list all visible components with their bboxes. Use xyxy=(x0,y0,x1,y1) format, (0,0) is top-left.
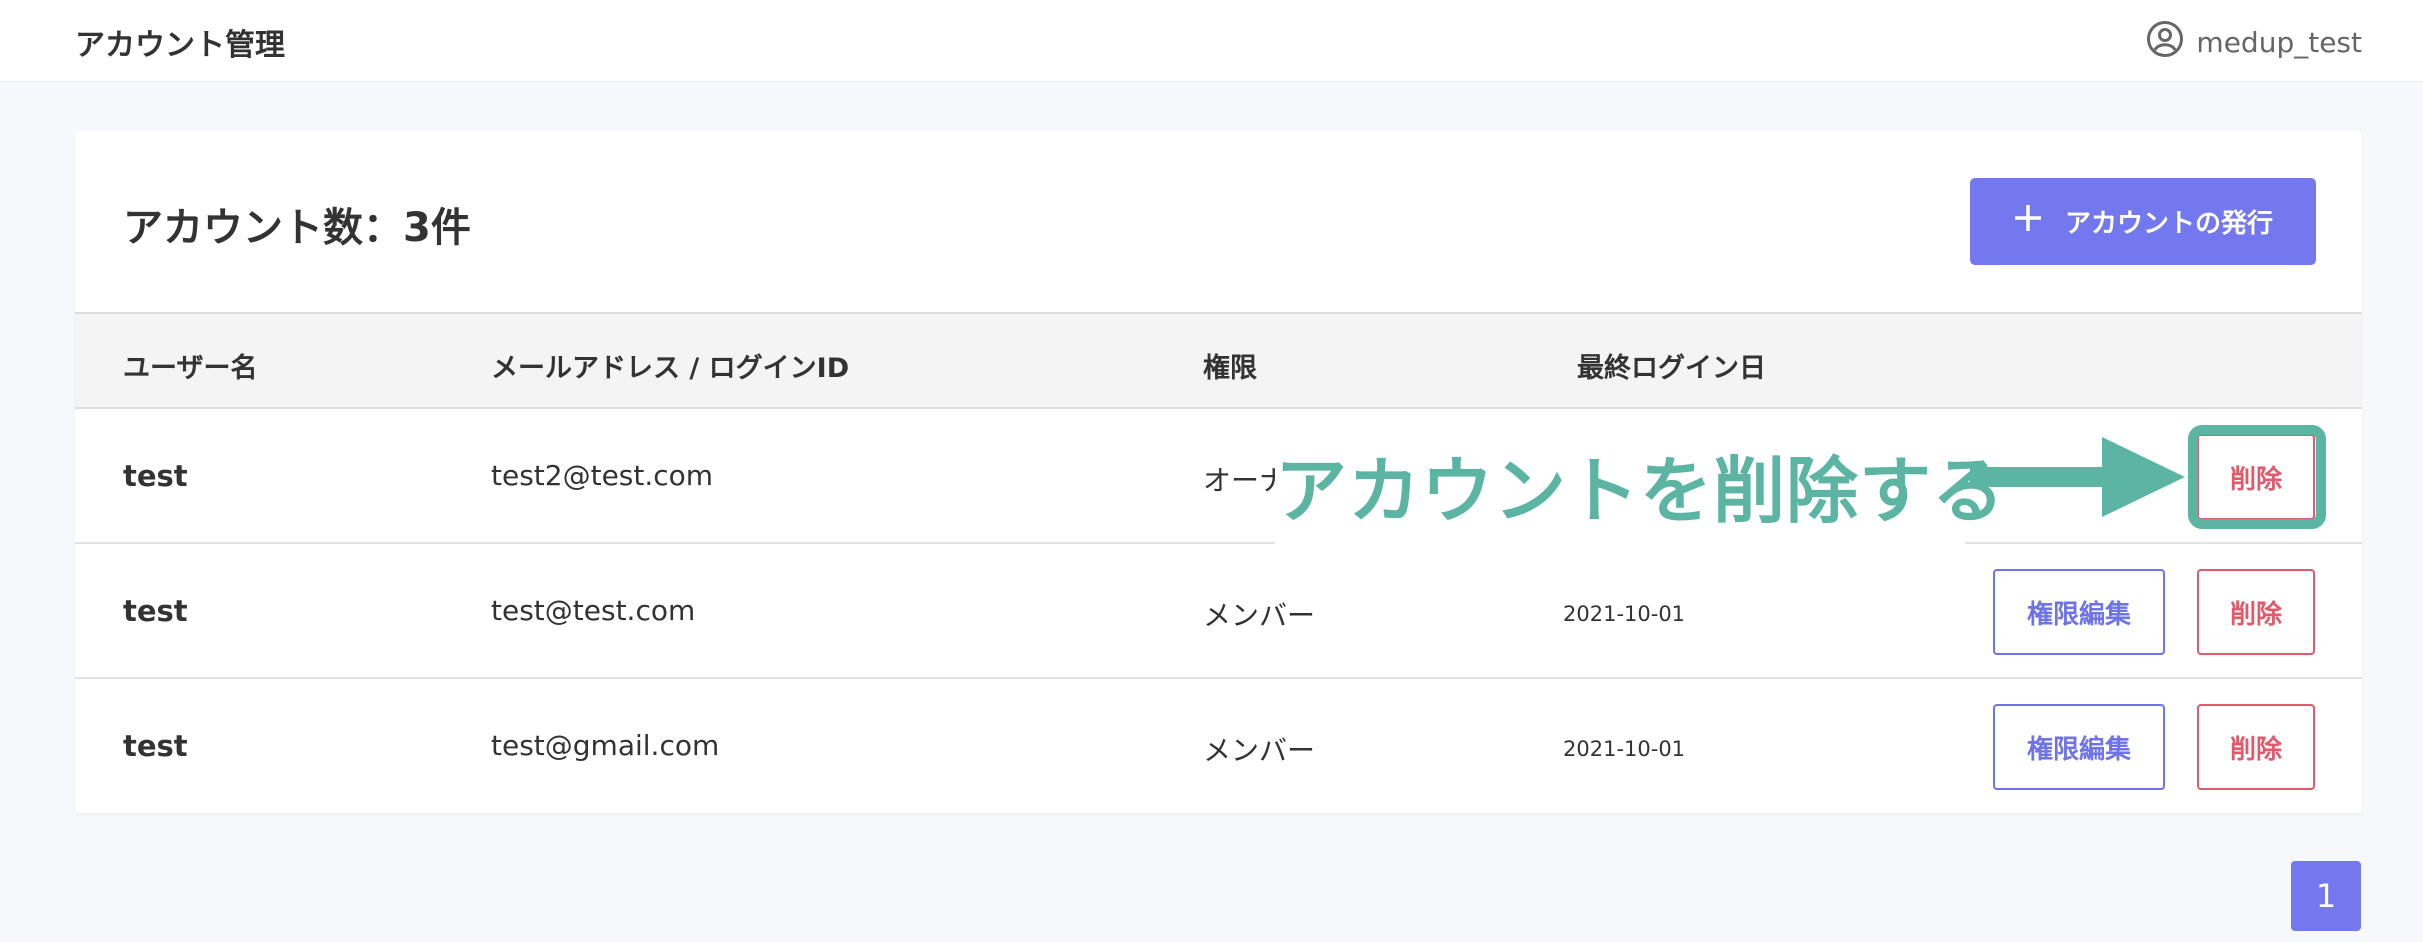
row-email: test2@test.com xyxy=(491,459,714,492)
user-name: medup_test xyxy=(2196,26,2362,59)
column-header-email: メールアドレス / ログインID xyxy=(491,353,850,384)
top-bar: アカウント管理 medup_test xyxy=(0,0,2423,82)
annotation-text: アカウントを削除する xyxy=(1275,449,2006,533)
column-header-role: 権限 xyxy=(1203,353,1257,384)
row-username: test xyxy=(123,459,188,493)
row-role: メンバー xyxy=(1203,734,1316,767)
row-username: test xyxy=(123,594,188,628)
plus-icon xyxy=(2013,203,2043,240)
issue-account-button[interactable]: アカウントの発行 xyxy=(1970,178,2316,265)
annotation-highlight xyxy=(2188,425,2326,529)
user-menu[interactable]: medup_test xyxy=(2146,20,2362,65)
arrow-right-icon xyxy=(1970,437,2185,521)
pagination-page-1[interactable]: 1 xyxy=(2291,861,2361,931)
issue-account-label: アカウントの発行 xyxy=(2064,209,2273,239)
row-role: メンバー xyxy=(1203,599,1316,632)
page-title: アカウント管理 xyxy=(75,28,285,63)
row-email: test@gmail.com xyxy=(491,729,720,762)
row-last-login: 2021-10-01 xyxy=(1563,737,1686,761)
user-circle-icon xyxy=(2146,20,2184,65)
table-header: ユーザー名 メールアドレス / ログインID 権限 最終ログイン日 xyxy=(75,312,2362,409)
edit-permission-button[interactable]: 権限編集 xyxy=(1993,569,2165,655)
delete-button[interactable]: 削除 xyxy=(2197,569,2315,655)
row-last-login: 2021-10-01 xyxy=(1563,602,1686,626)
table-row: test test@gmail.com メンバー 2021-10-01 権限編集… xyxy=(75,679,2362,814)
row-email: test@test.com xyxy=(491,594,696,627)
column-header-last-login: 最終ログイン日 xyxy=(1577,353,1766,384)
account-count-title: アカウント数：3件 xyxy=(123,205,471,251)
table-row: test test@test.com メンバー 2021-10-01 権限編集 … xyxy=(75,544,2362,679)
column-header-username: ユーザー名 xyxy=(123,353,258,384)
delete-button[interactable]: 削除 xyxy=(2197,704,2315,790)
edit-permission-button[interactable]: 権限編集 xyxy=(1993,704,2165,790)
row-username: test xyxy=(123,729,188,763)
